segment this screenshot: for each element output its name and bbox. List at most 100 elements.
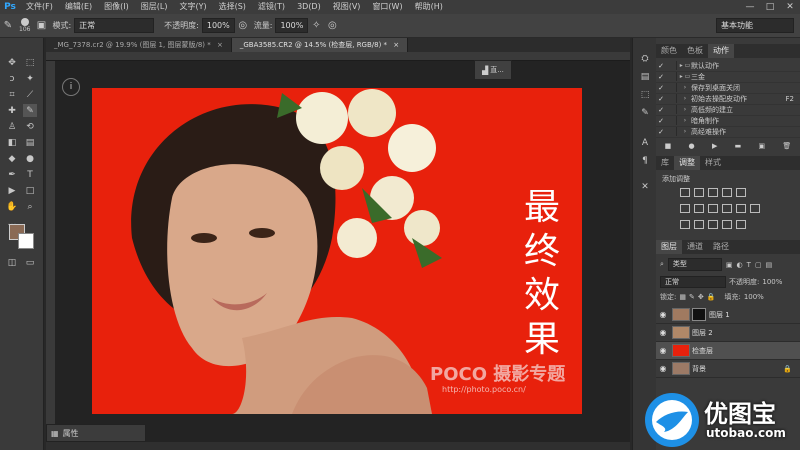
invert-icon[interactable] [680, 220, 690, 229]
action-dialog-toggle[interactable] [666, 105, 677, 114]
visibility-eye-icon[interactable]: ◉ [656, 328, 670, 337]
filter-pixel-icon[interactable]: ▣ [726, 261, 733, 269]
info-icon[interactable]: i [62, 78, 80, 96]
layer-thumbnail[interactable] [672, 326, 690, 339]
color-balance-icon[interactable] [694, 204, 704, 213]
pressure-opacity-icon[interactable]: ◎ [235, 18, 251, 34]
tab-libraries[interactable]: 库 [656, 156, 674, 170]
vertical-ruler[interactable] [46, 61, 55, 450]
tool-presets-icon[interactable]: ✕ [637, 180, 653, 194]
channel-mixer-icon[interactable] [736, 204, 746, 213]
filter-smart-icon[interactable]: ▤ [766, 261, 773, 269]
menu-item-4[interactable]: 文字(Y) [173, 0, 212, 14]
type-tool-icon[interactable]: T [23, 168, 37, 181]
expand-icon[interactable]: › [679, 84, 691, 91]
play-icon[interactable]: ▶ [712, 142, 717, 150]
background-color-swatch[interactable] [18, 233, 34, 249]
action-enabled-icon[interactable]: ✓ [656, 73, 666, 81]
folder-icon[interactable]: ▸ ▭ [679, 73, 691, 80]
expand-icon[interactable]: › [679, 106, 691, 113]
blur-tool-icon[interactable]: ◆ [5, 152, 19, 165]
layer-filter-select[interactable]: 类型 [667, 258, 722, 271]
black-white-icon[interactable] [708, 204, 718, 213]
layer-name[interactable]: 背景 [692, 364, 783, 374]
tab-paths[interactable]: 路径 [708, 240, 734, 254]
dodge-tool-icon[interactable]: ● [23, 152, 37, 165]
expand-icon[interactable]: › [679, 128, 691, 135]
hue-saturation-icon[interactable] [680, 204, 690, 213]
eraser-tool-icon[interactable]: ◧ [5, 136, 19, 149]
path-selection-tool-icon[interactable]: ▶ [5, 184, 19, 197]
stop-icon[interactable]: ■ [665, 142, 672, 150]
quick-mask-icon[interactable]: ◫ [5, 256, 19, 269]
vibrance-icon[interactable] [736, 188, 746, 197]
visibility-eye-icon[interactable]: ◉ [656, 364, 670, 373]
color-lookup-icon[interactable] [750, 204, 760, 213]
tab-layers[interactable]: 图层 [656, 240, 682, 254]
lock-pixels-icon[interactable]: ▦ [679, 293, 686, 301]
close-button[interactable]: ✕ [780, 2, 800, 12]
menu-item-0[interactable]: 文件(F) [20, 0, 59, 14]
photo-filter-icon[interactable] [722, 204, 732, 213]
opacity-input[interactable]: 100% [201, 18, 235, 33]
minimize-button[interactable]: — [740, 2, 760, 12]
history-icon[interactable]: ⛭ [637, 52, 653, 66]
folder-icon[interactable]: ▸ ▭ [679, 62, 691, 69]
new-set-icon[interactable]: ▬ [735, 142, 742, 150]
delete-icon[interactable]: 🗑 [782, 142, 791, 150]
menu-item-2[interactable]: 图像(I) [98, 0, 135, 14]
expand-icon[interactable]: › [679, 95, 691, 102]
zoom-tool-icon[interactable]: ⌕ [23, 200, 37, 213]
brightness-icon[interactable] [680, 188, 690, 197]
mode-select[interactable]: 正常 [74, 18, 155, 33]
clone-stamp-tool-icon[interactable]: ♙ [5, 120, 19, 133]
layer-thumbnail[interactable] [672, 308, 690, 321]
record-icon[interactable]: ● [689, 142, 695, 150]
action-dialog-toggle[interactable] [666, 94, 677, 103]
layer-opacity-input[interactable]: 100% [762, 278, 782, 286]
action-enabled-icon[interactable]: ✓ [656, 117, 666, 125]
blend-mode-select[interactable]: 正常 [660, 276, 726, 288]
new-action-icon[interactable]: ▣ [759, 142, 766, 150]
tab-channels[interactable]: 通道 [682, 240, 708, 254]
properties-panel-tab[interactable]: ▦ 属性 [46, 424, 146, 442]
close-tab-icon[interactable]: × [217, 41, 223, 49]
tab-document-1[interactable]: _MG_7378.cr2 @ 19.9% (图层 1, 图层蒙版/8) * × [46, 38, 232, 52]
workspace-select[interactable]: 基本功能 [716, 18, 794, 33]
layer-row[interactable]: ◉ 图层 1 [656, 306, 800, 324]
layer-name[interactable]: 图层 1 [709, 310, 800, 320]
rectangle-tool-icon[interactable]: □ [23, 184, 37, 197]
action-dialog-toggle[interactable] [666, 83, 677, 92]
fill-input[interactable]: 100% [744, 293, 764, 301]
crop-tool-icon[interactable]: ⌗ [5, 88, 19, 101]
histogram-panel-tab[interactable]: ▟ 直... [474, 60, 512, 80]
magic-wand-tool-icon[interactable]: ✦ [23, 72, 37, 85]
move-tool-icon[interactable]: ✥ [5, 56, 19, 69]
action-dialog-toggle[interactable] [666, 116, 677, 125]
history-brush-tool-icon[interactable]: ⟲ [23, 120, 37, 133]
paragraph-icon[interactable]: ¶ [637, 154, 653, 168]
action-dialog-toggle[interactable] [666, 127, 677, 136]
horizontal-ruler[interactable] [46, 52, 630, 61]
levels-icon[interactable] [694, 188, 704, 197]
brush-tool-icon[interactable]: ✎ [0, 18, 16, 34]
tab-color[interactable]: 颜色 [656, 44, 682, 58]
filter-shape-icon[interactable]: ▢ [755, 261, 762, 269]
layer-name[interactable]: 检查层 [692, 346, 800, 356]
menu-item-7[interactable]: 3D(D) [291, 0, 327, 14]
layer-thumbnail[interactable] [672, 344, 690, 357]
eyedropper-tool-icon[interactable]: ⟋ [23, 88, 37, 101]
selective-color-icon[interactable] [736, 220, 746, 229]
curves-icon[interactable] [708, 188, 718, 197]
lock-position-icon[interactable]: ✥ [698, 293, 704, 301]
document-image[interactable]: 最 终 效 果 POCO 摄影专题 http://photo.poco.cn/ [92, 88, 582, 414]
exposure-icon[interactable] [722, 188, 732, 197]
visibility-eye-icon[interactable]: ◉ [656, 346, 670, 355]
menu-item-1[interactable]: 编辑(E) [59, 0, 98, 14]
marquee-tool-icon[interactable]: ⬚ [23, 56, 37, 69]
screen-mode-icon[interactable]: ▭ [23, 256, 37, 269]
action-row[interactable]: ✓ › 高经难操作 [656, 126, 800, 138]
actions-icon[interactable]: ▤ [637, 70, 653, 84]
tab-swatches[interactable]: 色板 [682, 44, 708, 58]
close-tab-icon[interactable]: × [393, 41, 399, 49]
